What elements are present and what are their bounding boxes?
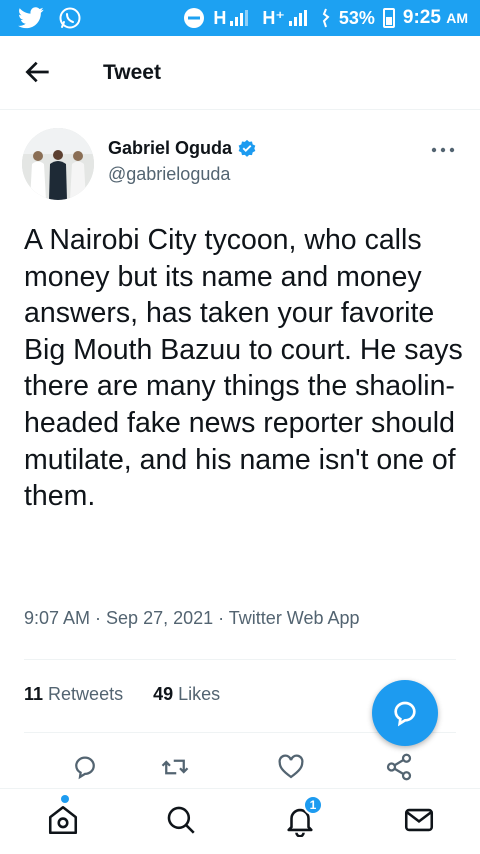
bottom-nav: 1 — [0, 788, 480, 854]
whatsapp-icon — [59, 7, 81, 29]
tweet-text: A Nairobi City tycoon, who calls money b… — [24, 224, 463, 513]
clock: 9:25 AM — [403, 7, 468, 29]
nav-home[interactable] — [46, 795, 80, 837]
signal-icon-2 — [288, 10, 307, 26]
nav-notifications[interactable]: 1 — [283, 795, 323, 838]
clock-time: 9:25 — [402, 7, 441, 28]
verified-icon — [238, 139, 256, 157]
messages-icon — [404, 808, 434, 832]
twitter-bird-icon — [18, 7, 44, 29]
author-handle[interactable]: @gabrieloguda — [108, 164, 230, 185]
compose-icon — [394, 701, 416, 727]
network-indicator-2: H⁺ — [262, 8, 313, 29]
avatar-photo — [22, 128, 94, 200]
like-icon[interactable] — [276, 752, 306, 782]
page-title: Tweet — [103, 61, 161, 84]
nav-messages[interactable] — [402, 803, 436, 837]
author-name[interactable]: Gabriel Oguda — [108, 138, 257, 159]
signal-icon — [230, 10, 249, 26]
search-icon — [167, 806, 195, 834]
likes-stat[interactable]: 49 Likes — [153, 684, 220, 705]
network-indicator-1: H — [213, 8, 254, 29]
likes-count: 49 — [153, 684, 174, 704]
status-bar: H H⁺ 53% 9:25 AM — [0, 0, 480, 36]
back-arrow-icon[interactable] — [22, 56, 54, 88]
notifications-badge: 1 — [303, 795, 323, 815]
retweet-icon[interactable] — [160, 752, 190, 782]
home-icon — [48, 805, 78, 835]
retweets-label: Retweets — [48, 684, 124, 704]
data-saver-icon — [184, 8, 205, 28]
share-icon[interactable] — [384, 752, 414, 782]
tweet-stats: 11 Retweets 49 Likes — [24, 684, 220, 705]
avatar[interactable] — [22, 128, 94, 200]
battery-icon — [382, 8, 395, 28]
retweets-stat[interactable]: 11 Retweets — [24, 684, 123, 705]
tweet-actions — [0, 752, 480, 788]
compose-button[interactable] — [372, 680, 438, 746]
divider — [24, 659, 456, 660]
more-icon[interactable] — [430, 145, 456, 155]
author-name-text: Gabriel Oguda — [108, 138, 233, 158]
home-unread-dot — [61, 795, 69, 803]
clock-ampm: AM — [446, 10, 468, 26]
header: Tweet — [0, 36, 480, 110]
tweet-timestamp[interactable]: 9:07 AM · Sep 27, 2021 · Twitter Web App — [24, 608, 360, 629]
nav-search[interactable] — [164, 803, 198, 837]
battery-percent: 53% — [338, 7, 375, 28]
retweets-count: 11 — [24, 684, 44, 704]
reply-icon[interactable] — [70, 752, 100, 782]
vibrate-icon — [322, 8, 330, 28]
likes-label: Likes — [178, 684, 221, 704]
